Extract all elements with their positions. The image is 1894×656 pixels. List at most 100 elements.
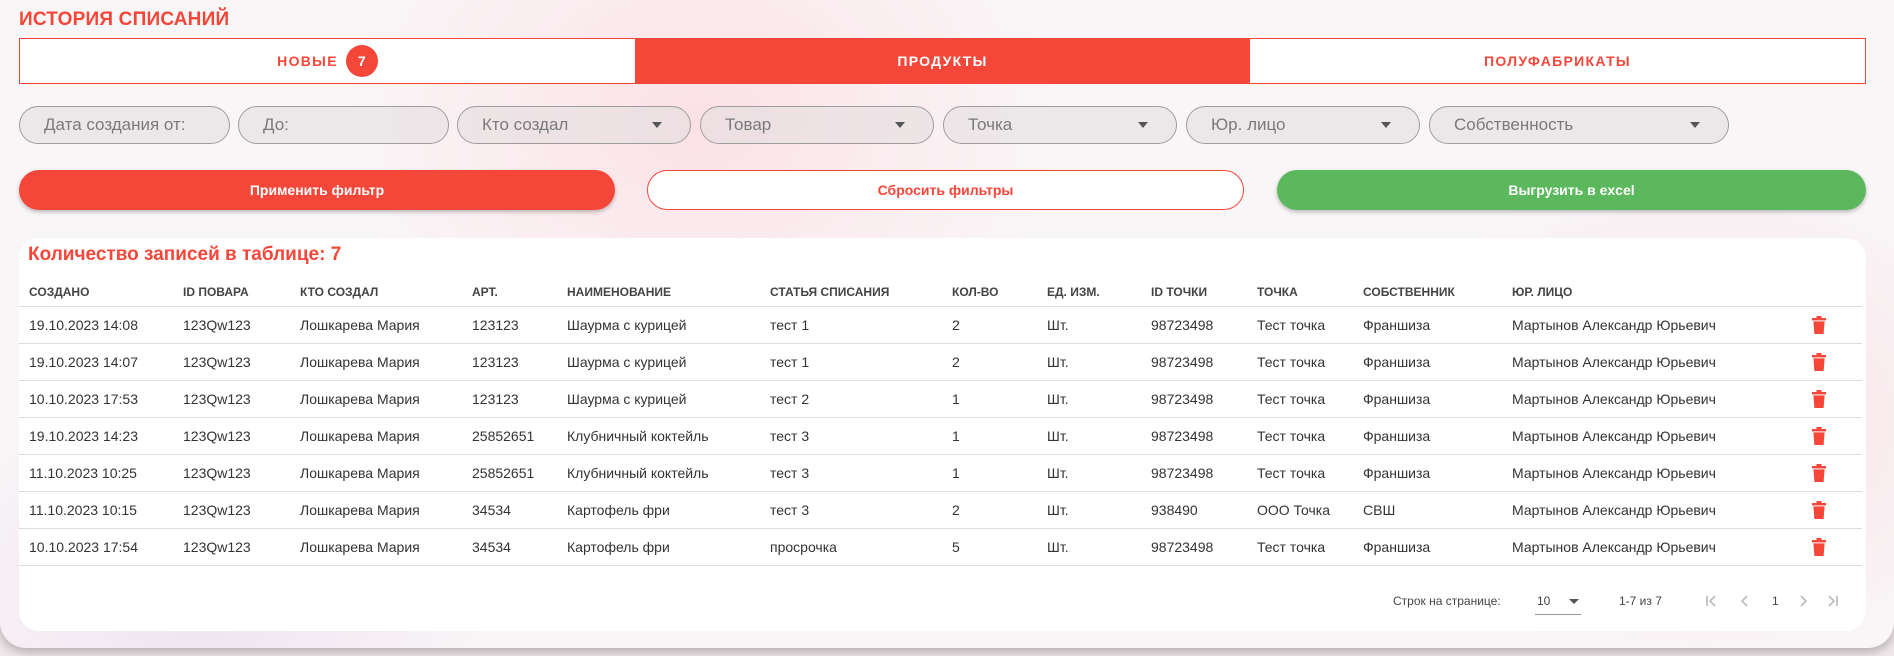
- cell-creator: Лошкарева Мария: [290, 380, 462, 418]
- tab-products[interactable]: ПРОДУКТЫ: [635, 39, 1250, 83]
- cell-point: Тест точка: [1247, 417, 1353, 455]
- first-page-icon[interactable]: [1703, 593, 1719, 609]
- cell-point: Тест точка: [1247, 306, 1353, 344]
- cell-article: 25852651: [462, 454, 557, 492]
- date-to-field[interactable]: До:: [238, 106, 449, 144]
- column-header-actions: [1802, 278, 1862, 307]
- trash-icon[interactable]: [1812, 501, 1826, 520]
- cell-writeoff-reason: тест 3: [760, 491, 942, 529]
- cell-actions: [1802, 343, 1862, 381]
- chevron-right-icon[interactable]: [1795, 593, 1811, 609]
- last-page-icon[interactable]: [1825, 593, 1841, 609]
- cell-cook-id: 123Qw123: [173, 417, 290, 455]
- cell-article: 123123: [462, 306, 557, 344]
- cell-quantity: 2: [942, 491, 1037, 529]
- column-header-legal-entity: Юр. лицо: [1502, 278, 1802, 307]
- cell-quantity: 5: [942, 528, 1037, 566]
- cell-name: Клубничный коктейль: [557, 454, 760, 492]
- cell-actions: [1802, 491, 1862, 529]
- column-header-cook-id: ID повара: [173, 278, 290, 307]
- pagination-range: 1-7 из 7: [1619, 594, 1662, 608]
- product-select[interactable]: Товар: [700, 106, 934, 144]
- cell-created: 11.10.2023 10:15: [19, 491, 173, 529]
- tab-new[interactable]: НОВЫЕ 7: [20, 39, 635, 83]
- trash-icon[interactable]: [1812, 316, 1826, 335]
- cell-owner: Франшиза: [1353, 380, 1502, 418]
- cell-owner: Франшиза: [1353, 306, 1502, 344]
- ownership-select[interactable]: Собственность: [1429, 106, 1729, 144]
- column-header-point: Точка: [1247, 278, 1353, 307]
- cell-name: Шаурма с курицей: [557, 306, 760, 344]
- cell-cook-id: 123Qw123: [173, 454, 290, 492]
- date-to-placeholder: До:: [263, 115, 289, 134]
- column-header-creator: Кто создал: [290, 278, 462, 307]
- cell-writeoff-reason: тест 1: [760, 306, 942, 344]
- trash-icon[interactable]: [1812, 390, 1826, 409]
- cell-article: 123123: [462, 380, 557, 418]
- cell-owner: Франшиза: [1353, 454, 1502, 492]
- column-header-quantity: Кол-во: [942, 278, 1037, 307]
- reset-filters-button[interactable]: Сбросить фильтры: [647, 170, 1244, 210]
- cell-point: Тест точка: [1247, 380, 1353, 418]
- cell-legal-entity: Мартынов Александр Юрьевич: [1502, 380, 1802, 418]
- cell-cook-id: 123Qw123: [173, 343, 290, 381]
- tab-semifinished[interactable]: ПОЛУФАБРИКАТЫ: [1250, 39, 1865, 83]
- tab-semifinished-label: ПОЛУФАБРИКАТЫ: [1484, 53, 1631, 69]
- records-table: Создано ID повара Кто создал Арт. Наименован…: [19, 278, 1862, 566]
- cell-point: Тест точка: [1247, 454, 1353, 492]
- trash-icon[interactable]: [1812, 464, 1826, 483]
- chevron-down-icon: [1138, 122, 1148, 128]
- cell-legal-entity: Мартынов Александр Юрьевич: [1502, 417, 1802, 455]
- trash-icon[interactable]: [1812, 353, 1826, 372]
- cell-name: Картофель фри: [557, 528, 760, 566]
- creator-placeholder: Кто создал: [482, 115, 569, 134]
- cell-point: Тест точка: [1247, 343, 1353, 381]
- cell-creator: Лошкарева Мария: [290, 528, 462, 566]
- ownership-placeholder: Собственность: [1454, 115, 1574, 134]
- cell-article: 123123: [462, 343, 557, 381]
- chevron-down-icon: [1381, 122, 1391, 128]
- pagination: Строк на странице: 10 1-7 из 7 1: [19, 586, 1866, 616]
- cell-created: 19.10.2023 14:23: [19, 417, 173, 455]
- creator-select[interactable]: Кто создал: [457, 106, 691, 144]
- rows-per-page-label: Строк на странице:: [1393, 594, 1501, 608]
- current-page: 1: [1772, 594, 1779, 608]
- cell-created: 19.10.2023 14:07: [19, 343, 173, 381]
- cell-legal-entity: Мартынов Александр Юрьевич: [1502, 528, 1802, 566]
- cell-quantity: 1: [942, 380, 1037, 418]
- date-from-field[interactable]: Дата создания от:: [19, 106, 230, 144]
- tab-bar: НОВЫЕ 7 ПРОДУКТЫ ПОЛУФАБРИКАТЫ: [19, 38, 1866, 84]
- column-header-created: Создано: [19, 278, 173, 307]
- apply-filter-button[interactable]: Применить фильтр: [19, 170, 615, 210]
- cell-point-id: 938490: [1141, 491, 1247, 529]
- point-select[interactable]: Точка: [943, 106, 1177, 144]
- legal-entity-select[interactable]: Юр. лицо: [1186, 106, 1420, 144]
- cell-name: Шаурма с курицей: [557, 380, 760, 418]
- cell-unit: Шт.: [1037, 454, 1141, 492]
- cell-legal-entity: Мартынов Александр Юрьевич: [1502, 454, 1802, 492]
- chevron-left-icon[interactable]: [1737, 593, 1753, 609]
- cell-point-id: 98723498: [1141, 306, 1247, 344]
- cell-cook-id: 123Qw123: [173, 380, 290, 418]
- trash-icon[interactable]: [1812, 427, 1826, 446]
- cell-unit: Шт.: [1037, 417, 1141, 455]
- trash-icon[interactable]: [1812, 538, 1826, 557]
- cell-cook-id: 123Qw123: [173, 528, 290, 566]
- cell-point: ООО Точка: [1247, 491, 1353, 529]
- cell-unit: Шт.: [1037, 528, 1141, 566]
- cell-name: Шаурма с курицей: [557, 343, 760, 381]
- column-header-point-id: ID точки: [1141, 278, 1247, 307]
- cell-legal-entity: Мартынов Александр Юрьевич: [1502, 306, 1802, 344]
- rows-per-page-select[interactable]: 10: [1535, 588, 1581, 615]
- product-placeholder: Товар: [725, 115, 772, 134]
- column-header-name: Наименование: [557, 278, 760, 307]
- cell-created: 10.10.2023 17:54: [19, 528, 173, 566]
- cell-writeoff-reason: тест 1: [760, 343, 942, 381]
- cell-creator: Лошкарева Мария: [290, 417, 462, 455]
- cell-actions: [1802, 306, 1862, 344]
- export-excel-button[interactable]: Выгрузить в excel: [1277, 170, 1866, 210]
- cell-owner: Франшиза: [1353, 528, 1502, 566]
- cell-point: Тест точка: [1247, 528, 1353, 566]
- cell-writeoff-reason: тест 3: [760, 417, 942, 455]
- cell-actions: [1802, 417, 1862, 455]
